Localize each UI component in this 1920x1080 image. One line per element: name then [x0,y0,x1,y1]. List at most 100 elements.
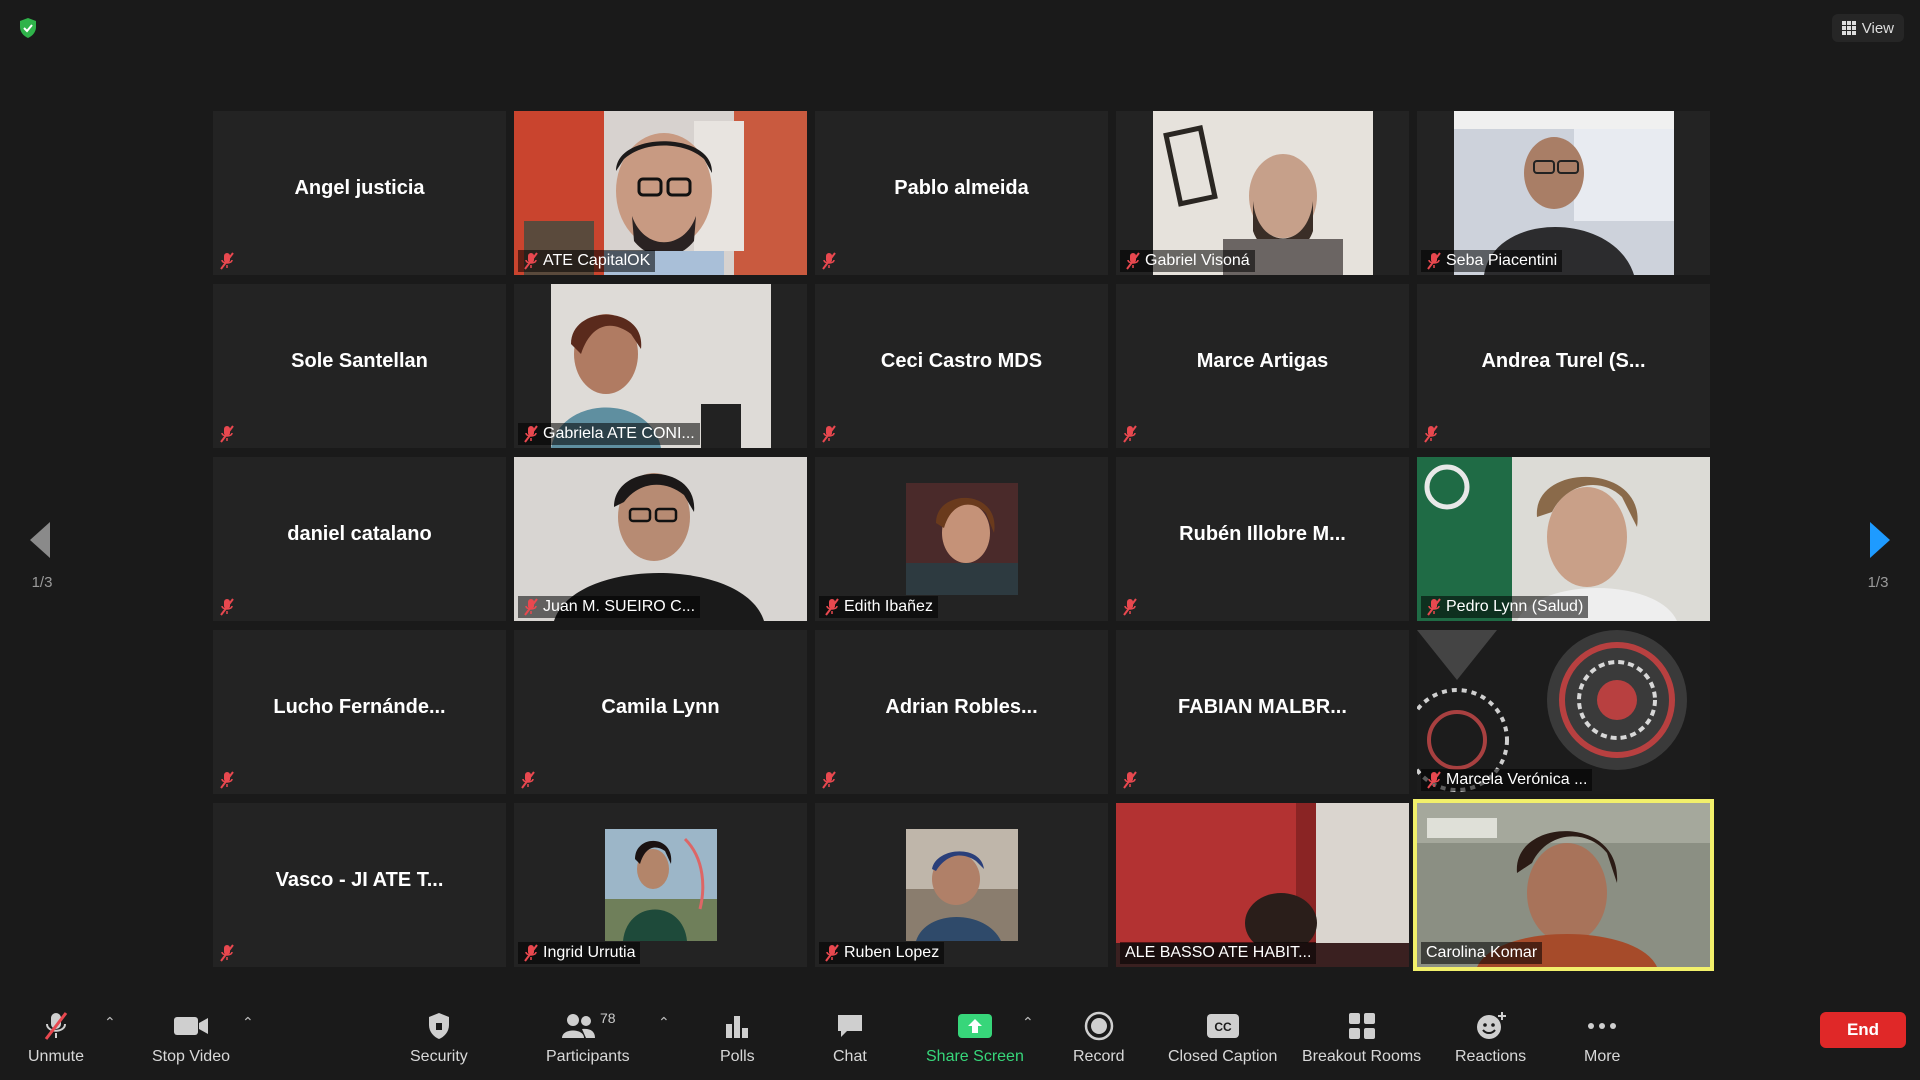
participant-tile[interactable]: ALE BASSO ATE HABIT... [1116,803,1409,967]
mic-muted-icon [524,944,538,962]
participant-name: Gabriela ATE CONI... [543,425,695,442]
participant-avatar-photo [905,483,1018,595]
polls-button[interactable]: Polls [720,1010,755,1066]
participant-tile[interactable]: Juan M. SUEIRO C... [514,457,807,621]
participant-tile[interactable]: Marcela Verónica ... [1417,630,1710,794]
stop-video-button[interactable]: Stop Video [152,1010,230,1066]
participant-label: Gabriel Visoná [1120,250,1255,272]
participant-tile[interactable]: Lucho Fernánde... [213,630,506,794]
active-speaker-tile[interactable]: Carolina Komar [1413,799,1714,971]
mic-muted-icon [520,771,536,789]
mic-muted-icon [524,425,538,443]
participant-tile[interactable]: ATE CapitalOK [514,111,807,275]
participant-tile[interactable]: Camila Lynn [514,630,807,794]
share-screen-button[interactable]: Share Screen [926,1010,1024,1066]
participant-tile[interactable]: Ruben Lopez [815,803,1108,967]
mic-muted-icon [821,425,837,443]
participant-tile[interactable]: Gabriel Visoná [1116,111,1409,275]
mic-muted-icon [524,252,538,270]
participant-tile[interactable]: Vasco - JI ATE T... [213,803,506,967]
microphone-muted-icon [44,1012,68,1040]
chat-label: Chat [833,1048,867,1065]
participant-tile[interactable]: FABIAN MALBR... [1116,630,1409,794]
polls-label: Polls [720,1048,755,1065]
participant-name: Marcela Verónica ... [1446,771,1588,788]
previous-page-arrow-icon[interactable] [24,518,56,562]
record-icon [1084,1011,1114,1041]
participant-tile[interactable]: Pablo almeida [815,111,1108,275]
mic-muted-icon [1427,771,1441,789]
participant-tile[interactable]: Ceci Castro MDS [815,284,1108,448]
reactions-smiley-icon [1476,1012,1506,1039]
record-button[interactable]: Record [1073,1010,1125,1066]
participant-tile[interactable]: Andrea Turel (S... [1417,284,1710,448]
security-button[interactable]: Security [410,1010,468,1066]
mic-muted-icon [1427,252,1441,270]
participants-button[interactable]: 78 Participants [546,1010,630,1066]
unmute-button[interactable]: Unmute [28,1010,84,1066]
participant-name: Seba Piacentini [1446,252,1558,269]
participant-name: Edith Ibañez [844,598,933,615]
mic-muted-icon [219,252,235,270]
participant-label: Carolina Komar [1421,942,1543,964]
participant-tile[interactable]: Adrian Robles... [815,630,1108,794]
chat-bubble-icon [837,1015,862,1037]
participant-label: Seba Piacentini [1421,250,1563,272]
view-button[interactable]: View [1831,14,1904,42]
participants-options-caret-icon[interactable]: ⌃ [658,1014,670,1031]
mic-muted-icon [1427,598,1441,616]
participant-avatar-photo [905,829,1018,941]
participant-name: Ceci Castro MDS [880,349,1043,372]
svg-text:CC: CC [1214,1020,1232,1034]
participant-name: Marce Artigas [1196,349,1329,372]
shield-icon [428,1013,449,1039]
participants-icon [562,1014,595,1038]
stop-video-label: Stop Video [152,1048,230,1065]
share-screen-arrow-icon [957,1014,992,1038]
participant-name: Andrea Turel (S... [1481,349,1646,372]
meeting-toolbar: Unmute ⌃ Stop Video ⌃ Security 78 Partic… [0,1000,1920,1080]
participant-tile[interactable]: Marce Artigas [1116,284,1409,448]
mic-muted-icon [1122,598,1138,616]
participants-label: Participants [546,1048,630,1065]
participant-label: ALE BASSO ATE HABIT... [1120,942,1317,964]
participant-label: Juan M. SUEIRO C... [518,596,701,618]
participant-name: daniel catalano [287,522,432,545]
participant-tile[interactable]: daniel catalano [213,457,506,621]
chat-button[interactable]: Chat [833,1010,867,1066]
participant-tile[interactable]: Gabriela ATE CONI... [514,284,807,448]
participant-label: Ruben Lopez [819,942,945,964]
participant-name: Ruben Lopez [844,944,940,961]
closed-caption-button[interactable]: CC Closed Caption [1168,1010,1277,1066]
participant-tile[interactable]: Edith Ibañez [815,457,1108,621]
reactions-label: Reactions [1455,1048,1527,1065]
mic-muted-icon [219,425,235,443]
participant-tile[interactable]: Rubén Illobre M... [1116,457,1409,621]
participant-tile[interactable]: Angel justicia [213,111,506,275]
participant-name: Juan M. SUEIRO C... [543,598,696,615]
encryption-shield-icon[interactable] [16,16,40,40]
audio-options-caret-icon[interactable]: ⌃ [104,1014,116,1031]
participant-tile[interactable]: Seba Piacentini [1417,111,1710,275]
participant-tile[interactable]: Pedro Lynn (Salud) [1417,457,1710,621]
share-options-caret-icon[interactable]: ⌃ [1022,1014,1034,1031]
participant-label: Gabriela ATE CONI... [518,423,700,445]
more-dots-icon [1588,1023,1617,1029]
end-meeting-button[interactable]: End [1820,1012,1906,1048]
reactions-button[interactable]: Reactions [1455,1010,1526,1066]
video-options-caret-icon[interactable]: ⌃ [242,1014,254,1031]
participant-name: Adrian Robles... [885,695,1038,718]
participant-name: Pedro Lynn (Salud) [1446,598,1584,615]
participant-tile[interactable]: Ingrid Urrutia [514,803,807,967]
participant-name: Angel justicia [294,176,425,199]
participant-tile[interactable]: Sole Santellan [213,284,506,448]
more-button[interactable]: More [1584,1010,1620,1066]
mic-muted-icon [219,944,235,962]
breakout-rooms-button[interactable]: Breakout Rooms [1302,1010,1421,1066]
more-label: More [1584,1048,1621,1065]
participant-name: Gabriel Visoná [1145,252,1250,269]
next-page-arrow-icon[interactable] [1864,518,1896,562]
participant-avatar-photo [604,829,717,941]
mic-muted-icon [1122,771,1138,789]
participant-name: Camila Lynn [601,695,720,718]
